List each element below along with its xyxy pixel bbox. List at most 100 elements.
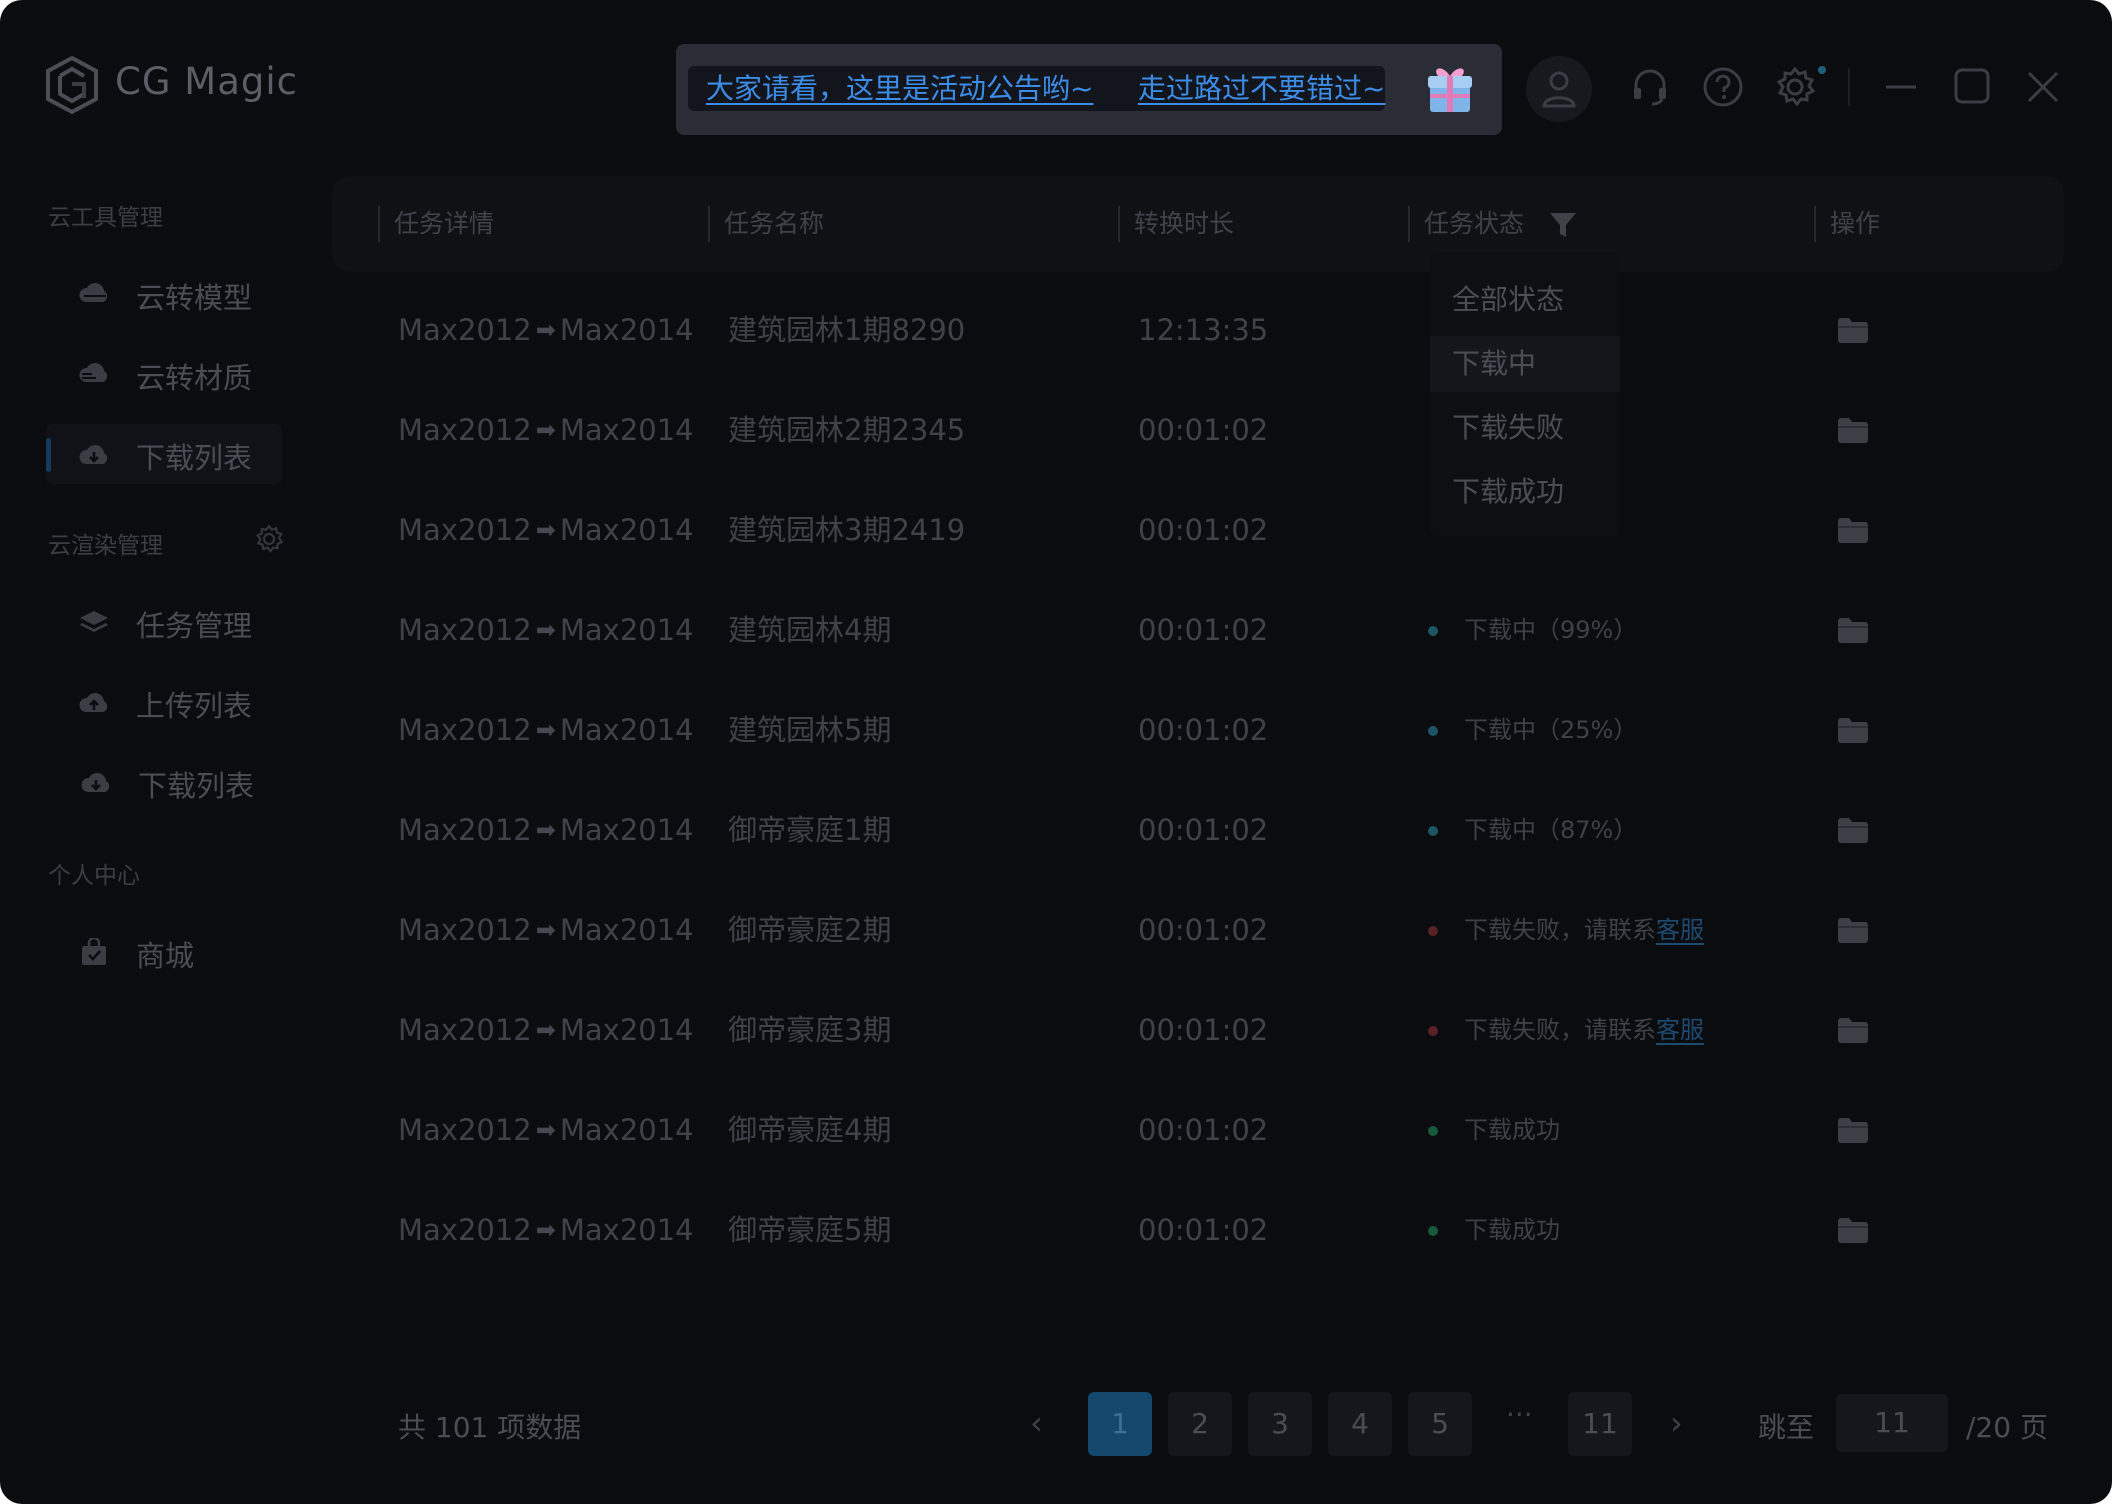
target-version: Max2014 [559, 1113, 694, 1147]
task-details-cell: Max2012 ➡ Max2014 [398, 980, 694, 1080]
contact-support-link[interactable]: 客服 [1656, 1016, 1704, 1044]
column-header-duration: 转换时长 [1118, 206, 1234, 242]
filter-option-failed[interactable]: 下载失败 [1430, 400, 1620, 456]
status-text: 下载成功 [1464, 1216, 1560, 1244]
sidebar-item-download-list-tools[interactable]: 下载列表 [46, 424, 282, 484]
sidebar-item-label: 任务管理 [136, 609, 253, 643]
task-name-cell: 建筑园林2期2345 [728, 413, 966, 447]
column-header-task-name: 任务名称 [708, 206, 824, 242]
folder-icon[interactable] [1836, 416, 1870, 444]
status-text: 下载中（99%） [1464, 616, 1638, 644]
page-button-1[interactable]: 1 [1088, 1392, 1152, 1456]
arrow-right-icon: ➡ [535, 716, 556, 744]
page-button-3[interactable]: 3 [1248, 1392, 1312, 1456]
announcement-link-1[interactable]: 大家请看，这里是活动公告哟~ [706, 66, 1093, 111]
prev-page-button[interactable]: ‹ [1030, 1404, 1043, 1442]
duration-cell: 00:01:02 [1138, 1113, 1269, 1147]
folder-icon[interactable] [1836, 716, 1870, 744]
folder-icon[interactable] [1836, 1116, 1870, 1144]
render-settings-gear-icon[interactable] [254, 524, 284, 554]
sidebar-item-task-management[interactable]: 任务管理 [46, 592, 282, 652]
sidebar-item-shop[interactable]: 商城 [46, 922, 282, 982]
task-details-cell: Max2012 ➡ Max2014 [398, 380, 694, 480]
cloud-download-icon [81, 773, 110, 792]
folder-icon[interactable] [1836, 616, 1870, 644]
cg-magic-logo [46, 55, 98, 115]
status-filter-dropdown: 全部状态 下载中 下载失败 下载成功 [1430, 252, 1620, 536]
jump-page-input[interactable]: 11 [1836, 1394, 1948, 1452]
status-dot [1428, 1126, 1438, 1136]
sidebar-item-label: 云转模型 [136, 281, 253, 315]
source-version: Max2012 [398, 413, 532, 447]
total-count: 共 101 项数据 [398, 1411, 582, 1444]
table-row: Max2012 ➡ Max2014 御帝豪庭3期 00:01:02 下载失败，请联系客服 [332, 980, 2064, 1080]
filter-option-all[interactable]: 全部状态 [1430, 272, 1620, 328]
source-version: Max2012 [398, 713, 532, 747]
sidebar-item-cloud-material[interactable]: 云转材质 [46, 344, 282, 404]
page-button-4[interactable]: 4 [1328, 1392, 1392, 1456]
cloud-download-icon [79, 445, 108, 464]
sidebar-item-label: 商城 [136, 939, 195, 973]
folder-icon[interactable] [1836, 816, 1870, 844]
source-version: Max2012 [398, 813, 532, 847]
duration-cell: 00:01:02 [1138, 413, 1269, 447]
announcement-link-2[interactable]: 走过路过不要错过~ [1138, 66, 1385, 111]
arrow-right-icon: ➡ [535, 616, 556, 644]
status-text: 下载失败，请联系 [1464, 916, 1656, 944]
duration-cell: 00:01:02 [1138, 613, 1269, 647]
maximize-icon[interactable] [1954, 68, 1990, 104]
contact-support-link[interactable]: 客服 [1656, 916, 1704, 944]
table-row: Max2012 ➡ Max2014 建筑园林5期 00:01:02 下载中（25%） [332, 680, 2064, 780]
minimize-icon[interactable] [1884, 70, 1918, 104]
announcement-banner: 大家请看，这里是活动公告哟~ 走过路过不要错过~ [676, 44, 1502, 135]
user-icon [1542, 71, 1576, 108]
layers-icon [80, 611, 108, 632]
filter-option-downloading[interactable]: 下载中 [1430, 336, 1620, 392]
page-ellipsis[interactable]: ··· [1506, 1398, 1533, 1431]
target-version: Max2014 [559, 713, 694, 747]
table-row: Max2012 ➡ Max2014 建筑园林2期2345 00:01:02 [332, 380, 2064, 480]
gift-icon[interactable] [1420, 60, 1480, 120]
close-icon[interactable] [2026, 70, 2060, 104]
sidebar-item-cloud-model[interactable]: 云转模型 [46, 264, 282, 324]
task-details-cell: Max2012 ➡ Max2014 [398, 280, 694, 380]
user-avatar[interactable] [1526, 56, 1592, 122]
task-name-cell: 建筑园林4期 [728, 613, 892, 647]
status-dot [1428, 726, 1438, 736]
table-row: Max2012 ➡ Max2014 御帝豪庭5期 00:01:02 下载成功 [332, 1180, 2064, 1280]
help-icon[interactable] [1702, 66, 1744, 108]
status-text: 下载成功 [1464, 1116, 1560, 1144]
page-button-2[interactable]: 2 [1168, 1392, 1232, 1456]
cloud-upload-icon [79, 693, 108, 712]
app-title: CG Magic [115, 60, 298, 103]
settings-icon[interactable] [1774, 66, 1816, 108]
table-row: Max2012 ➡ Max2014 御帝豪庭1期 00:01:02 下载中（87%） [332, 780, 2064, 880]
folder-icon[interactable] [1836, 516, 1870, 544]
task-name-cell: 御帝豪庭3期 [728, 1013, 892, 1047]
sidebar-item-download-list-render[interactable]: 下载列表 [46, 752, 282, 812]
active-indicator [46, 438, 51, 472]
folder-icon[interactable] [1836, 916, 1870, 944]
table-row: Max2012 ➡ Max2014 建筑园林4期 00:01:02 下载中（99%） [332, 580, 2064, 680]
sidebar-item-upload-list[interactable]: 上传列表 [46, 672, 282, 732]
shopping-bag-icon [82, 938, 106, 965]
headset-icon[interactable] [1630, 66, 1670, 106]
next-page-button[interactable]: › [1670, 1404, 1683, 1442]
sidebar-group-cloud-tools: 云工具管理 [48, 205, 163, 231]
status-text: 下载失败，请联系 [1464, 1016, 1656, 1044]
folder-icon[interactable] [1836, 1216, 1870, 1244]
folder-icon[interactable] [1836, 316, 1870, 344]
filter-option-success[interactable]: 下载成功 [1430, 464, 1620, 520]
status-dot [1428, 1226, 1438, 1236]
task-name-cell: 御帝豪庭2期 [728, 913, 892, 947]
page-button-last[interactable]: 11 [1568, 1392, 1632, 1456]
task-details-cell: Max2012 ➡ Max2014 [398, 680, 694, 780]
status-dot [1428, 626, 1438, 636]
folder-icon[interactable] [1836, 1016, 1870, 1044]
duration-cell: 00:01:02 [1138, 713, 1269, 747]
page-button-5[interactable]: 5 [1408, 1392, 1472, 1456]
task-name-cell: 建筑园林3期2419 [728, 513, 966, 547]
arrow-right-icon: ➡ [535, 516, 556, 544]
filter-icon[interactable] [1548, 210, 1578, 240]
task-details-cell: Max2012 ➡ Max2014 [398, 480, 694, 580]
